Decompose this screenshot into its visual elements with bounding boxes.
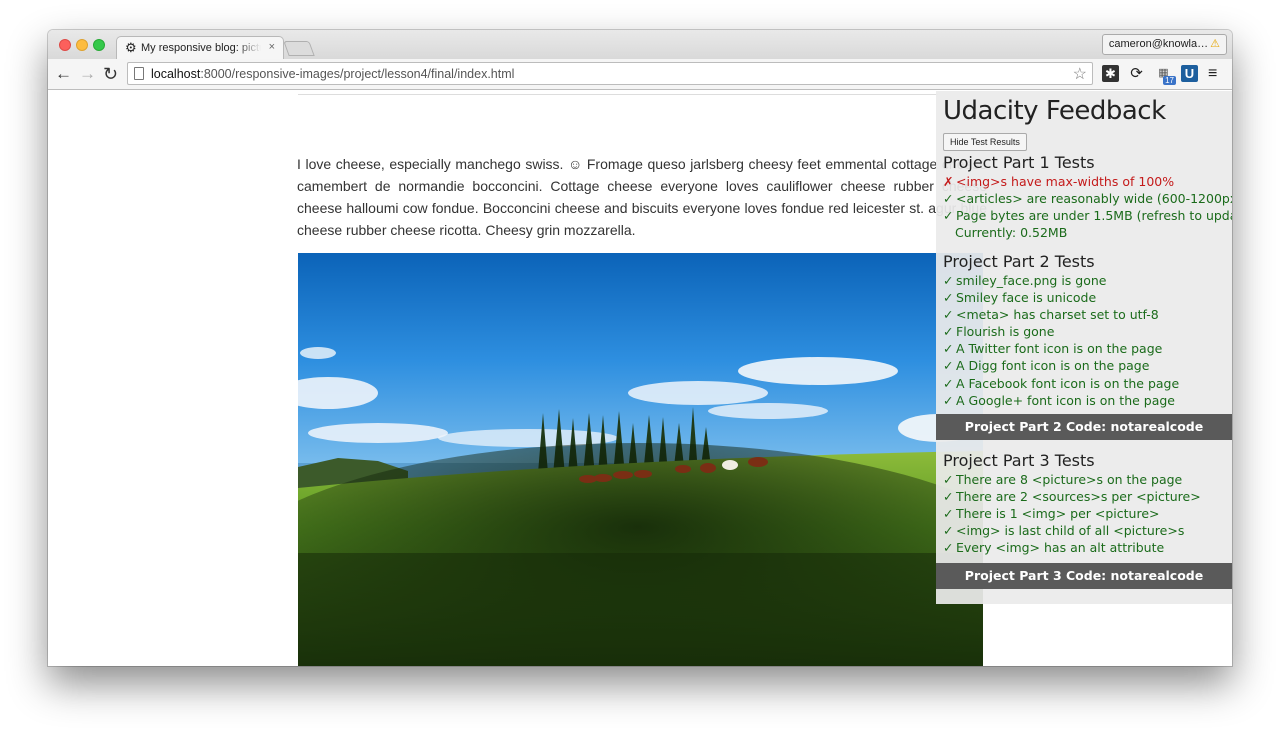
divider [298, 94, 938, 95]
check-icon: ✓ [943, 472, 954, 487]
bytes-note: Currently: 0.52MB [955, 225, 1068, 241]
feedback-title: Udacity Feedback [943, 96, 1166, 126]
new-tab-button[interactable] [283, 41, 315, 56]
test-text: A Twitter font icon is on the page [956, 341, 1163, 357]
part2-test-list: ✓ smiley_face.png is gone ✓ Smiley face is… [943, 272, 1179, 409]
test-item: ✓ <articles> are reasonably wide (600-120… [943, 190, 1232, 207]
url-host: localhost [151, 67, 201, 81]
test-text: A Google+ font icon is on the page [956, 392, 1175, 408]
test-item: ✓ Smiley face is unicode [943, 289, 1179, 306]
test-item: ✓ smiley_face.png is gone [943, 272, 1179, 289]
part1-title: Project Part 1 Tests [943, 153, 1095, 172]
test-text: <img>s have max-widths of 100% [956, 174, 1175, 189]
test-item: ✓ A Digg font icon is on the page [943, 357, 1179, 374]
test-item: ✓ <img> is last child of all <picture>s [943, 522, 1201, 539]
calendar-badge: 17 [1163, 76, 1176, 85]
udacity-feedback-panel: Udacity Feedback Hide Test Results Proje… [936, 91, 1232, 604]
reload-icon[interactable]: ↻ [103, 64, 118, 84]
tab-close-icon[interactable]: × [269, 41, 275, 53]
url-text: localhost:8000/responsive-images/project… [151, 67, 514, 81]
back-arrow-icon[interactable]: ← [55, 64, 72, 84]
test-item: ✗ <img>s have max-widths of 100% [943, 173, 1232, 190]
check-icon: ✓ [943, 324, 954, 340]
minimize-window-button[interactable] [76, 39, 88, 51]
check-icon: ✓ [943, 506, 954, 522]
test-text: A Facebook font icon is on the page [956, 375, 1180, 391]
test-item: ✓ There is 1 <img> per <picture> [943, 505, 1201, 522]
check-icon: ✓ [943, 540, 954, 556]
tab-strip: ⚙ My responsive blog: pictur × cameron@k… [48, 30, 1232, 60]
favicon-gear-icon: ⚙ [125, 40, 137, 55]
part3-test-list: ✓ There are 8 <picture>s on the page ✓ The… [943, 471, 1201, 556]
test-text: There are 2 <sources>s per <picture> [956, 489, 1201, 505]
check-icon: ✓ [943, 375, 954, 391]
test-text: <img> is last child of all <picture>s [956, 523, 1185, 539]
test-text: There are 8 <picture>s on the page [956, 472, 1183, 487]
cross-icon: ✗ [943, 174, 954, 189]
test-text: There is 1 <img> per <picture> [956, 506, 1160, 522]
check-icon: ✓ [943, 273, 954, 288]
zoom-window-button[interactable] [93, 39, 105, 51]
article-paragraph: I love cheese, especially manchego swiss… [297, 156, 987, 238]
test-text: A Digg font icon is on the page [956, 358, 1150, 374]
close-window-button[interactable] [59, 39, 71, 51]
bookmark-star-icon[interactable]: ☆ [1073, 64, 1087, 84]
puzzle-extension-icon[interactable]: ✱ [1102, 65, 1119, 82]
test-text: smiley_face.png is gone [956, 273, 1107, 288]
part3-title: Project Part 3 Tests [943, 451, 1095, 470]
browser-window: ⚙ My responsive blog: pictur × cameron@k… [48, 30, 1232, 666]
page-viewport[interactable]: I love cheese, especially manchego swiss… [48, 91, 1232, 666]
check-icon: ✓ [943, 489, 954, 505]
address-bar[interactable]: localhost:8000/responsive-images/project… [127, 62, 1093, 85]
test-text: Every <img> has an alt attribute [956, 540, 1165, 556]
tab-title: My responsive blog: pictur [141, 42, 261, 54]
part1-test-list: ✗ <img>s have max-widths of 100% ✓ <articl… [943, 173, 1232, 241]
forward-arrow-icon[interactable]: → [79, 64, 96, 84]
browser-toolbar: ← → ↻ localhost:8000/responsive-images/p… [48, 59, 1232, 90]
test-item: ✓ A Facebook font icon is on the page [943, 375, 1179, 392]
browser-tab[interactable]: ⚙ My responsive blog: pictur × [116, 36, 284, 60]
check-icon: ✓ [943, 208, 954, 224]
check-icon: ✓ [943, 341, 954, 357]
test-item: ✓ Flourish is gone [943, 323, 1179, 340]
check-icon: ✓ [943, 358, 954, 374]
page-icon [134, 67, 144, 80]
udacity-extension-icon[interactable]: U [1181, 65, 1198, 82]
check-icon: ✓ [943, 191, 954, 207]
test-item: ✓ There are 2 <sources>s per <picture> [943, 488, 1201, 505]
profile-button[interactable]: cameron@knowla… ⚠ [1101, 34, 1227, 55]
test-item: ✓ Every <img> has an alt attribute [943, 539, 1201, 556]
url-path: :8000/responsive-images/project/lesson4/… [200, 67, 515, 81]
calendar-extension-icon[interactable]: ▦ 17 [1155, 65, 1176, 85]
test-text: Flourish is gone [956, 324, 1055, 340]
test-text: Smiley face is unicode [956, 290, 1097, 306]
part2-code-bar: Project Part 2 Code: notarealcode [936, 414, 1232, 440]
check-icon: ✓ [943, 523, 954, 539]
check-icon: ✓ [943, 392, 954, 408]
test-item: ✓ There are 8 <picture>s on the page [943, 471, 1201, 488]
landscape-horses-image [298, 253, 983, 666]
profile-label: cameron@knowla… [1108, 38, 1209, 50]
hide-test-results-button[interactable]: Hide Test Results [943, 133, 1027, 151]
test-text: Page bytes are under 1.5MB (refresh to u… [956, 208, 1232, 224]
test-item: ✓ <meta> has charset set to utf-8 [943, 306, 1179, 323]
part3-code-bar: Project Part 3 Code: notarealcode [936, 563, 1232, 589]
test-item: ✓ Page bytes are under 1.5MB (refresh to … [943, 207, 1232, 224]
test-text: <articles> are reasonably wide (600-1200… [956, 191, 1232, 207]
menu-icon[interactable]: ≡ [1208, 65, 1217, 83]
part2-title: Project Part 2 Tests [943, 252, 1095, 271]
check-icon: ✓ [943, 307, 954, 323]
test-text: <meta> has charset set to utf-8 [956, 307, 1159, 323]
test-item: ✓ A Twitter font icon is on the page [943, 340, 1179, 357]
sync-extension-icon[interactable]: ⟳ [1128, 65, 1145, 82]
warning-icon: ⚠ [1210, 38, 1220, 50]
test-item: ✓ A Google+ font icon is on the page [943, 392, 1179, 409]
check-icon: ✓ [943, 290, 954, 306]
